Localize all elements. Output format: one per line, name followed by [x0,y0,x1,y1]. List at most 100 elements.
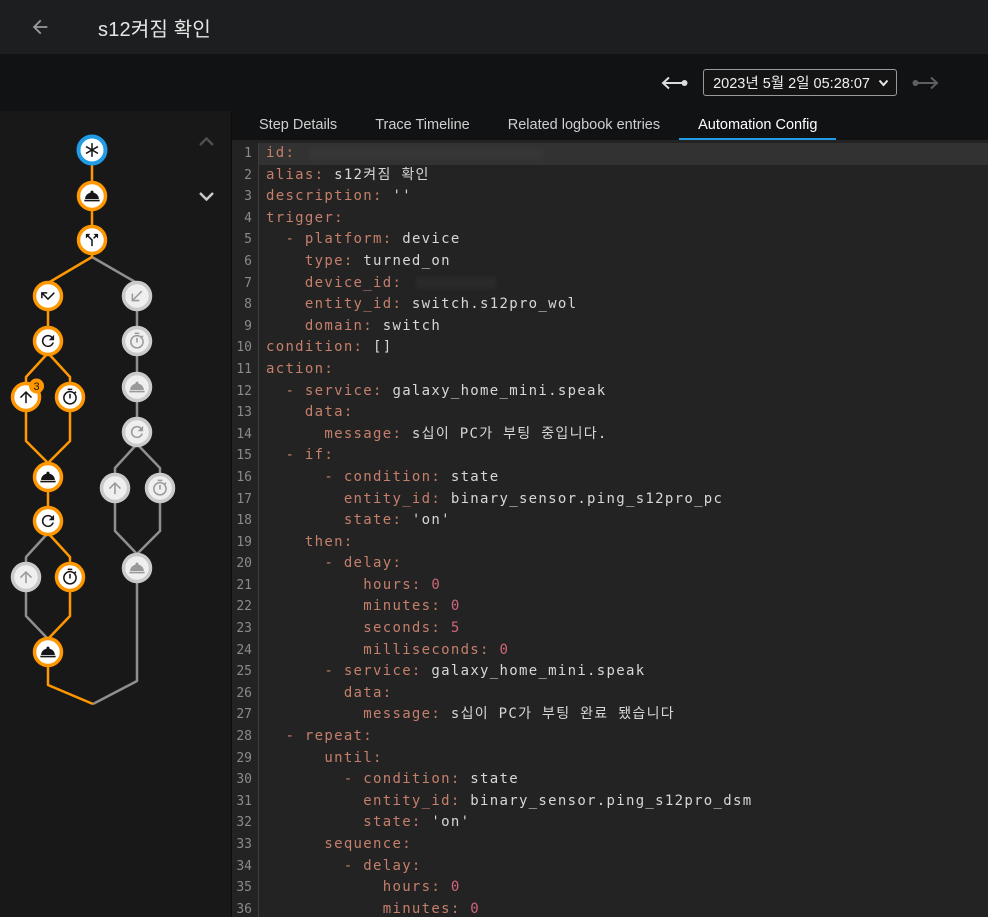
trace-edge-inactive [93,568,137,704]
tab-trace-timeline[interactable]: Trace Timeline [356,111,489,140]
yaml-line[interactable]: 23 seconds: 5 [232,618,988,640]
repeat-back-node[interactable]: 3 [13,379,45,411]
tab-related-logbook-entries[interactable]: Related logbook entries [489,111,679,140]
yaml-line[interactable]: 28 - repeat: [232,726,988,748]
yaml-line[interactable]: 22 minutes: 0 [232,596,988,618]
trace-timestamp-select[interactable]: 2023년 5월 2일 05:28:07 [703,69,897,96]
service-node[interactable] [35,464,62,491]
service-node[interactable] [124,555,151,582]
graph-scroll-down-button[interactable] [195,185,217,207]
yaml-line-content: data: [259,683,988,705]
service-node[interactable] [79,183,106,210]
graph-scroll-up-button[interactable] [195,130,217,152]
page-title: s12켜짐 확인 [98,13,211,42]
yaml-line[interactable]: 29 until: [232,748,988,770]
automation-trace-graph: 3 [0,111,231,751]
delay-node[interactable] [57,564,84,591]
yaml-line[interactable]: 36 minutes: 0 [232,899,988,917]
previous-trace-button[interactable] [658,69,692,97]
yaml-line[interactable]: 30 - condition: state [232,769,988,791]
yaml-line[interactable]: 31 entity_id: binary_sensor.ping_s12pro_… [232,791,988,813]
yaml-line[interactable]: 32 state: 'on' [232,812,988,834]
chevron-up-icon [198,136,215,147]
yaml-line[interactable]: 26 data: [232,683,988,705]
tab-step-details[interactable]: Step Details [240,111,356,140]
yaml-line-content: - delay: [259,553,988,575]
yaml-line[interactable]: 3description: '' [232,186,988,208]
yaml-line[interactable]: 11action: [232,359,988,381]
yaml-line[interactable]: 20 - delay: [232,553,988,575]
yaml-line[interactable]: 9 domain: switch [232,316,988,338]
yaml-line[interactable]: 25 - service: galaxy_home_mini.speak [232,661,988,683]
redacted-value [309,148,544,160]
service-node[interactable] [35,639,62,666]
yaml-line[interactable]: 27 message: s십이 PC가 부팅 완료 됐습니다 [232,704,988,726]
line-number: 24 [232,640,259,662]
yaml-line[interactable]: 6 type: turned_on [232,251,988,273]
yaml-line-content: - repeat: [259,726,988,748]
line-number: 4 [232,208,259,230]
line-number: 34 [232,856,259,878]
delay-node[interactable] [147,475,174,502]
yaml-line-content: - delay: [259,856,988,878]
ray-start-arrow-right-icon [910,75,940,91]
line-number: 33 [232,834,259,856]
line-number: 1 [232,143,259,165]
yaml-line[interactable]: 5 - platform: device [232,229,988,251]
delay-node[interactable] [57,384,84,411]
yaml-line[interactable]: 18 state: 'on' [232,510,988,532]
yaml-line[interactable]: 7 device_id: [232,273,988,295]
yaml-line[interactable]: 21 hours: 0 [232,575,988,597]
next-trace-button[interactable] [908,69,942,97]
delay-node[interactable] [124,328,151,355]
yaml-line[interactable]: 34 - delay: [232,856,988,878]
line-number: 22 [232,596,259,618]
yaml-line[interactable]: 1id: [232,143,988,165]
yaml-line-content: domain: switch [259,316,988,338]
condition-node[interactable] [35,283,62,310]
trace-detail-panel: Step DetailsTrace TimelineRelated logboo… [231,111,988,917]
yaml-line[interactable]: 10condition: [] [232,337,988,359]
yaml-line[interactable]: 12 - service: galaxy_home_mini.speak [232,381,988,403]
else-branch-node[interactable] [124,283,151,310]
line-number: 6 [232,251,259,273]
yaml-line[interactable]: 15 - if: [232,445,988,467]
yaml-line-content: hours: 0 [259,877,988,899]
yaml-line[interactable]: 33 sequence: [232,834,988,856]
back-button[interactable] [24,11,56,43]
redacted-value [416,277,496,289]
yaml-line[interactable]: 24 milliseconds: 0 [232,640,988,662]
line-number: 19 [232,532,259,554]
service-node[interactable] [124,374,151,401]
main-content: 3 Step DetailsTrace TimelineRelated logb… [0,111,988,917]
yaml-line-content: sequence: [259,834,988,856]
line-number: 17 [232,489,259,511]
trigger-node[interactable] [79,137,106,164]
repeat-node[interactable] [35,328,62,355]
yaml-line-content: entity_id: switch.s12pro_wol [259,294,988,316]
repeat-back-node[interactable] [13,564,40,591]
line-number: 27 [232,704,259,726]
yaml-line[interactable]: 4trigger: [232,208,988,230]
repeat-back-node[interactable] [102,475,129,502]
line-number: 11 [232,359,259,381]
yaml-line[interactable]: 16 - condition: state [232,467,988,489]
repeat-node[interactable] [35,508,62,535]
yaml-line[interactable]: 8 entity_id: switch.s12pro_wol [232,294,988,316]
tab-automation-config[interactable]: Automation Config [679,111,836,140]
yaml-line-content: seconds: 5 [259,618,988,640]
yaml-line[interactable]: 35 hours: 0 [232,877,988,899]
if-node[interactable] [79,227,106,254]
yaml-line[interactable]: 13 data: [232,402,988,424]
line-number: 9 [232,316,259,338]
yaml-line[interactable]: 19 then: [232,532,988,554]
line-number: 21 [232,575,259,597]
yaml-line[interactable]: 17 entity_id: binary_sensor.ping_s12pro_… [232,489,988,511]
yaml-line[interactable]: 2alias: s12켜짐 확인 [232,165,988,187]
yaml-line[interactable]: 14 message: s십이 PC가 부팅 중입니다. [232,424,988,446]
line-number: 20 [232,553,259,575]
line-number: 2 [232,165,259,187]
repeat-node[interactable] [124,419,151,446]
automation-config-yaml[interactable]: 1id:2alias: s12켜짐 확인3description: ''4tri… [232,140,988,917]
yaml-line-content: device_id: [259,273,988,295]
